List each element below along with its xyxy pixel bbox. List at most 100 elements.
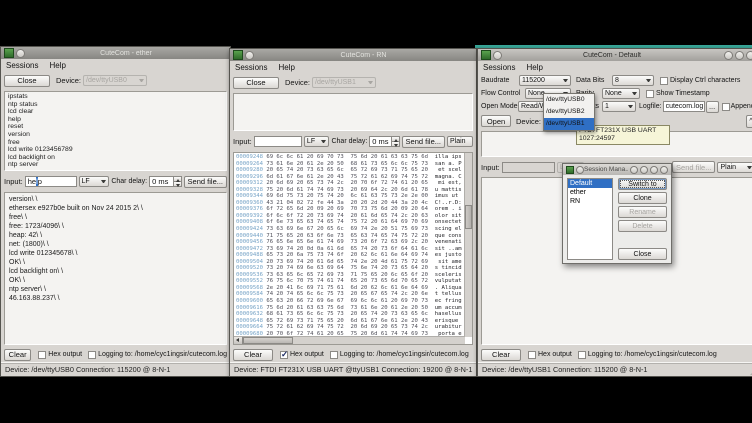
app-icon [4,48,14,58]
device-option[interactable]: /dev/ttyUSB2 [544,106,594,118]
output-line: ntp server\ \ [9,285,222,294]
window-rn: CuteCom - RN Sessions Help Close Device:… [229,48,477,377]
vertical-scrollbar[interactable] [464,153,472,337]
display-mode-combo[interactable]: Plain [447,136,473,147]
titlebar[interactable]: CuteCom - ether [1,47,230,59]
device-dropdown-popup[interactable]: /dev/ttyUSB0/dev/ttyUSB2/dev/ttyUSB1 [543,93,595,131]
device-option[interactable]: /dev/ttyUSB1 [544,118,594,130]
logging-checkbox[interactable] [578,351,586,359]
history-item[interactable]: help [8,116,223,124]
window-menu-icon[interactable] [576,166,584,174]
history-item[interactable]: lcd clear [8,108,223,116]
clone-button[interactable]: Clone [618,192,667,204]
line-end-combo[interactable]: LF [304,136,330,147]
rename-button: Rename [618,206,667,218]
status-bar: Device: /dev/ttyUSB1 Connection: 115200 … [478,362,752,376]
logging-path: /home/cyc1ingsir/cutecom.log [135,351,227,358]
clear-button[interactable]: Clear [481,349,521,361]
command-history-list[interactable]: ipstatsntp statuslcd clearhelpresetversi… [4,91,227,171]
send-file-button[interactable]: Send file... [184,176,227,188]
device-label: Device: [516,117,542,126]
dialog-titlebar[interactable]: Session Mana... [563,164,671,175]
session-item[interactable]: RN [568,197,612,206]
input-field[interactable]: help [25,176,77,187]
open-mode-label: Open Mode [481,103,517,110]
hex-output-checkbox[interactable] [280,351,288,359]
hex-output-area[interactable]: 00009248 69 6c 6c 61 20 69 70 73 75 6d 2… [233,152,473,345]
close-button[interactable]: Close [233,77,279,89]
logging-path: /home/cyc1ingsir/cutecom.log [377,351,469,358]
clear-button[interactable]: Clear [4,349,31,361]
dialog-close-button[interactable]: Close [618,248,667,260]
line-end-combo[interactable]: LF [79,176,110,187]
logging-checkbox[interactable] [330,351,338,359]
history-item[interactable]: ipstats [8,93,223,101]
menu-help[interactable]: Help [49,61,65,70]
device-label: Device: [285,78,310,87]
data-bits-label: Data Bits [576,77,610,84]
data-bits-combo[interactable]: 8 [612,75,654,86]
window-menu-icon[interactable] [16,49,25,58]
history-item[interactable]: free [8,139,223,147]
display-ctrl-checkbox[interactable] [660,77,668,85]
scroll-left-arrow-icon [234,337,243,344]
maximize-icon[interactable] [735,51,744,60]
char-delay-spinner[interactable]: 0 ms [149,176,181,187]
stop-bits-combo[interactable]: 1 [602,101,636,112]
hex-output-label: Hex output [290,351,324,358]
command-history-list[interactable] [233,93,473,131]
history-item[interactable]: ntp server [8,161,223,169]
window-menu-icon[interactable] [493,51,502,60]
session-item[interactable]: ether [568,188,612,197]
clear-button[interactable]: Clear [233,349,273,361]
display-mode-combo[interactable]: Plain [717,162,752,173]
device-option[interactable]: /dev/ttyUSB0 [544,94,594,106]
close-button[interactable]: Close [4,75,50,87]
dialog-title: Session Mana... [584,166,628,173]
logfile-browse-button[interactable]: ... [706,101,719,113]
show-timestamp-checkbox[interactable] [646,90,654,98]
session-item[interactable]: Default [568,179,612,188]
logging-label: Logging to: [98,351,133,358]
collapse-settings-button[interactable]: ^ [746,115,752,128]
switch-to-button[interactable]: Switch to [618,178,667,190]
menu-sessions[interactable]: Sessions [235,63,267,72]
history-item[interactable]: lcd backlight on [8,154,223,162]
history-item[interactable]: ntp status [8,101,223,109]
open-button[interactable]: Open [481,115,511,127]
session-list[interactable]: DefaultetherRN [567,178,613,260]
parity-combo[interactable]: None [602,88,640,99]
append-label: Append [731,103,752,110]
output-area[interactable]: version\ \ethersex e927b0e built on Nov … [4,192,227,345]
delete-button: Delete [618,220,667,232]
history-item[interactable]: lcd write 0123456789 [8,146,223,154]
maximize-icon[interactable] [650,166,658,174]
window-menu-icon[interactable] [245,51,254,60]
close-icon[interactable] [660,166,668,174]
logfile-field[interactable]: cutecom.log [663,101,705,112]
horizontal-scrollbar[interactable] [234,336,465,344]
output-line: free: 1723/4096\ \ [9,222,222,231]
window-title: CuteCom - Default [502,52,722,59]
titlebar[interactable]: CuteCom - Default [478,49,752,61]
append-checkbox[interactable] [722,103,730,111]
history-item[interactable]: version [8,131,223,139]
close-icon[interactable] [746,51,752,60]
menu-sessions[interactable]: Sessions [483,63,515,72]
minimize-icon[interactable] [724,51,733,60]
titlebar[interactable]: CuteCom - RN [230,49,476,61]
hex-output-checkbox[interactable] [528,351,536,359]
shade-icon[interactable] [630,166,638,174]
history-item[interactable]: reset [8,123,223,131]
status-bar: Device: FTDI FT231X USB UART @ttyUSB1 Co… [230,362,476,376]
char-delay-spinner[interactable]: 0 ms [369,136,399,147]
menu-help[interactable]: Help [278,63,294,72]
hex-output-checkbox[interactable] [38,351,46,359]
menu-sessions[interactable]: Sessions [6,61,38,70]
input-field[interactable] [254,136,302,147]
logging-checkbox[interactable] [88,351,96,359]
minimize-icon[interactable] [640,166,648,174]
send-file-button[interactable]: Send file... [402,136,445,148]
menu-help[interactable]: Help [526,63,542,72]
baudrate-combo[interactable]: 115200 [519,75,571,86]
